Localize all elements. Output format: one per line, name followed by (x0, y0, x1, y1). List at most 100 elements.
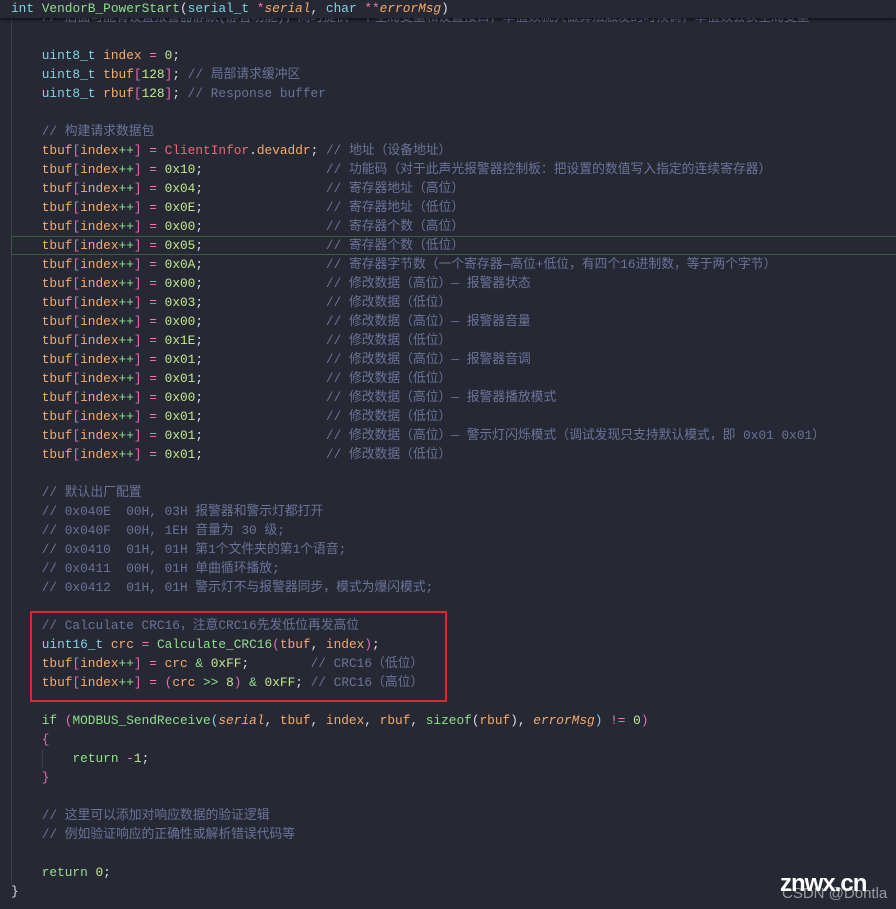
code-token: ++ (118, 447, 134, 462)
code-editor[interactable]: int VendorB_PowerStart(serial_t *serial,… (0, 0, 896, 909)
code-token: if (41, 713, 58, 728)
code-comment: // 修改数据（低位） (325, 371, 452, 386)
code-line[interactable]: return 0; (11, 863, 111, 882)
code-line[interactable]: tbuf[index++] = 0x0A; // 寄存器字节数（一个寄存器—高位… (11, 255, 777, 274)
code-token: 0x01 (164, 428, 196, 443)
code-line[interactable]: tbuf[index++] = 0x00; // 修改数据（高位）— 报警器音量 (11, 312, 531, 331)
code-token: ] (133, 162, 142, 177)
code-token: = (149, 48, 157, 63)
code-token: 0x01 (164, 447, 196, 462)
code-line[interactable]: tbuf[index++] = 0x1E; // 修改数据（低位） (11, 331, 452, 350)
code-token: ; (195, 371, 326, 386)
code-token: ; (195, 447, 326, 462)
code-token: index (80, 447, 119, 462)
code-line[interactable]: // 构建请求数据包 (11, 122, 155, 141)
code-comment: // 地址（设备地址） (325, 143, 452, 158)
code-line[interactable]: } (11, 768, 50, 787)
code-token: tbuf (41, 181, 73, 196)
code-token: = (149, 143, 157, 158)
code-line[interactable]: uint8_t index = 0; (11, 46, 180, 65)
code-token: index (80, 390, 119, 405)
code-line[interactable]: // 0x0410 01H, 01H 第1个文件夹的第1个语音; (11, 540, 347, 559)
code-token: = (149, 295, 157, 310)
code-line[interactable]: tbuf[index++] = 0x00; // 寄存器个数（高位） (11, 217, 464, 236)
code-line[interactable]: tbuf[index++] = 0x01; // 修改数据（高位）— 报警器音调 (11, 350, 531, 369)
code-token: = (149, 314, 157, 329)
code-token: = (149, 219, 157, 234)
code-token: tbuf (41, 409, 73, 424)
code-line[interactable]: // 0x040E 00H, 03H 报警器和警示灯都打开 (11, 502, 324, 521)
code-line[interactable]: tbuf[index++] = 0x00; // 修改数据（高位）— 报警器状态 (11, 274, 531, 293)
code-comment: // Response buffer (187, 86, 326, 101)
code-line[interactable]: if (MODBUS_SendReceive(serial, tbuf, ind… (11, 711, 649, 730)
code-line[interactable]: tbuf[index++] = 0x01; // 修改数据（低位） (11, 407, 452, 426)
code-token: ] (133, 219, 142, 234)
code-token: 128 (141, 86, 165, 101)
code-line[interactable]: tbuf[index++] = 0x00; // 修改数据（高位）— 报警器播放… (11, 388, 557, 407)
code-token: ; (195, 257, 326, 272)
code-token: [ (72, 295, 81, 310)
code-line[interactable]: tbuf[index++] = 0x01; // 修改数据（高位）— 警示灯闪烁… (11, 426, 825, 445)
code-line[interactable]: // 默认出厂配置 (11, 483, 142, 502)
code-token: tbuf (41, 390, 73, 405)
code-token: rbuf (379, 713, 411, 728)
code-token: ++ (118, 333, 134, 348)
code-comment: // 寄存器地址（高位） (325, 181, 465, 196)
current-line-highlight (11, 236, 896, 255)
code-token: ; (195, 219, 326, 234)
code-token: tbuf (41, 447, 73, 462)
code-token: , (364, 713, 380, 728)
code-line[interactable]: } (11, 882, 19, 901)
code-line[interactable]: { (11, 730, 50, 749)
code-line[interactable]: tbuf[index++] = 0x01; // 修改数据（低位） (11, 445, 452, 464)
code-comment: // 修改数据（高位）— 报警器音调 (325, 352, 531, 367)
code-token: 0x0E (164, 200, 196, 215)
code-line[interactable]: tbuf[index++] = 0x10; // 功能码（对于此声光报警器控制板… (11, 160, 772, 179)
code-token: tbuf (41, 219, 73, 234)
code-token: ] (133, 428, 142, 443)
code-token: ; (195, 314, 326, 329)
code-token: , (264, 713, 280, 728)
code-line[interactable]: tbuf[index++] = 0x04; // 寄存器地址（高位） (11, 179, 464, 198)
code-line[interactable]: return -1; (11, 749, 149, 768)
code-token: [ (72, 181, 81, 196)
code-token: tbuf (41, 428, 73, 443)
code-line[interactable]: uint8_t tbuf[128]; // 局部请求缓冲区 (11, 65, 301, 84)
code-token: [ (72, 428, 81, 443)
code-line[interactable]: // 0x0412 01H, 01H 警示灯不与报警器同步，模式为爆闪模式; (11, 578, 434, 597)
code-token: [ (133, 86, 142, 101)
code-line[interactable]: // 例如验证响应的正确性或解析错误代码等 (11, 825, 295, 844)
code-line[interactable]: tbuf[index++] = 0x01; // 修改数据（低位） (11, 369, 452, 388)
code-token: uint8_t (41, 86, 96, 101)
code-token: index (80, 428, 119, 443)
code-token: 128 (141, 67, 165, 82)
code-line[interactable]: tbuf[index++] = ClientInfor.devaddr; // … (11, 141, 452, 160)
code-token: = (149, 371, 157, 386)
code-token: [ (72, 314, 81, 329)
code-token: index (80, 371, 119, 386)
code-token: [ (72, 390, 81, 405)
code-token: ** (364, 1, 380, 16)
code-token: uint8_t (41, 48, 96, 63)
code-token: ] (133, 352, 142, 367)
code-token: errorMsg (379, 1, 442, 16)
code-line[interactable]: // 0x0411 00H, 01H 单曲循环播放; (11, 559, 280, 578)
code-line[interactable]: // 0x040F 00H, 1EH 音量为 30 级; (11, 521, 285, 540)
code-line[interactable]: tbuf[index++] = 0x03; // 修改数据（低位） (11, 293, 452, 312)
code-line[interactable]: uint8_t rbuf[128]; // Response buffer (11, 84, 326, 103)
code-token: index (80, 200, 119, 215)
code-line[interactable]: tbuf[index++] = 0x0E; // 寄存器地址（低位） (11, 198, 464, 217)
code-token: = (149, 181, 157, 196)
code-line[interactable]: // 这里可以添加对响应数据的验证逻辑 (11, 806, 270, 825)
sticky-function-header[interactable]: int VendorB_PowerStart(serial_t *serial,… (0, 0, 896, 18)
